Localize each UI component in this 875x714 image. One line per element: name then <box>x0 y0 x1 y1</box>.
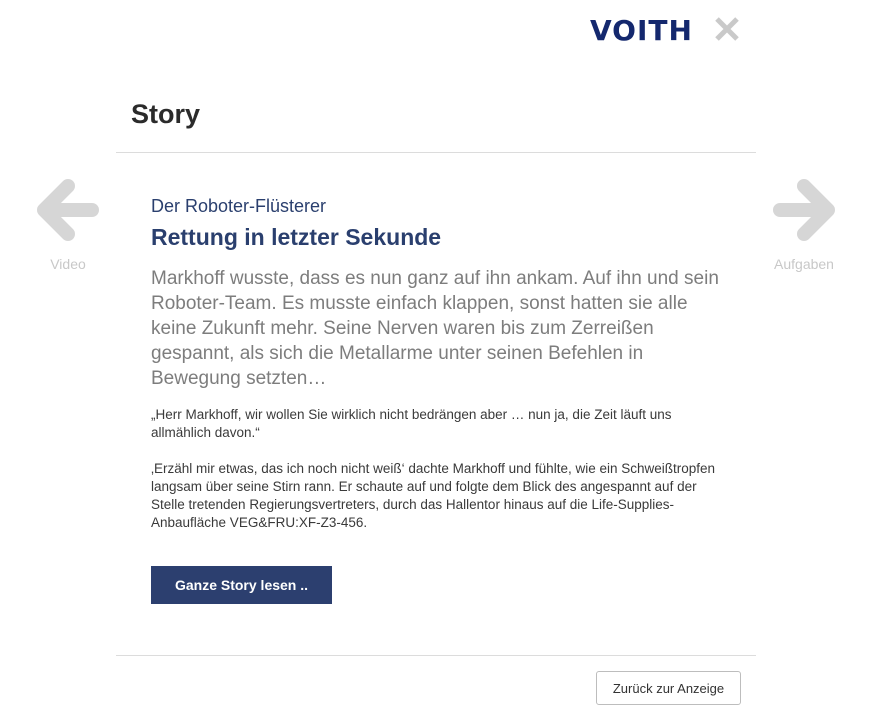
back-to-ad-button[interactable]: Zurück zur Anzeige <box>596 671 741 705</box>
nav-next-aufgaben[interactable]: Aufgaben <box>768 175 840 272</box>
divider-top <box>116 152 756 153</box>
story-headline: Rettung in letzter Sekunde <box>151 224 442 250</box>
voith-logo: VOITH <box>590 14 693 47</box>
read-full-story-button[interactable]: Ganze Story lesen .. <box>151 566 332 604</box>
divider-bottom <box>116 655 756 656</box>
story-eyebrow: Der Roboter-Flüsterer <box>151 196 327 216</box>
page-title: Story <box>131 99 201 129</box>
arrow-left-icon <box>37 179 99 241</box>
arrow-right-icon <box>773 179 835 241</box>
nav-prev-video[interactable]: Video <box>34 175 102 272</box>
story-lead: Markhoff wusste, dass es nun ganz auf ih… <box>151 268 719 389</box>
nav-prev-label: Video <box>50 256 86 272</box>
story-paragraph-2: ‚Erzähl mir etwas, das ich noch nicht we… <box>151 461 716 530</box>
nav-next-label: Aufgaben <box>774 256 834 272</box>
story-paragraph-1: „Herr Markhoff, wir wollen Sie wirklich … <box>151 407 672 440</box>
close-icon[interactable] <box>712 14 742 44</box>
